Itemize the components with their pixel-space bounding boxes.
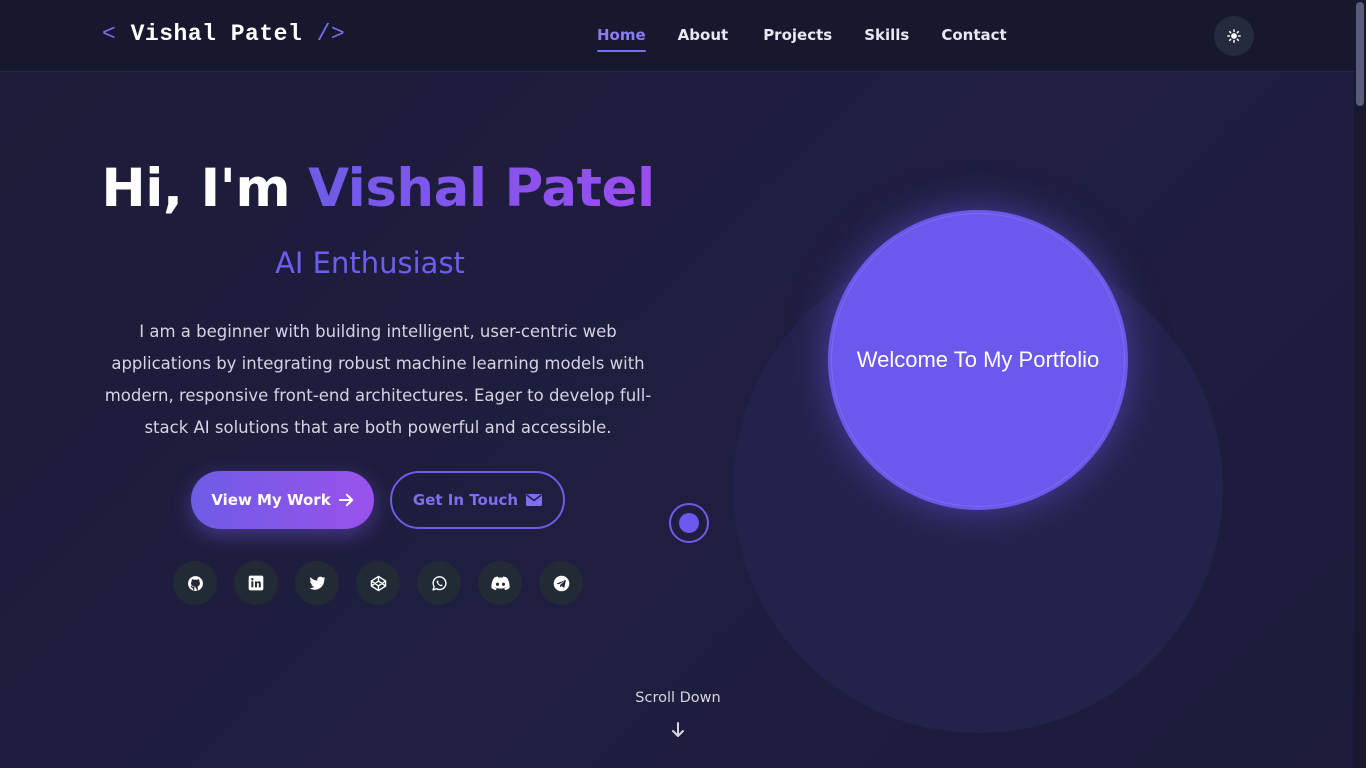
welcome-text: Welcome To My Portfolio (856, 347, 1100, 372)
sun-icon (1227, 29, 1241, 43)
nav-projects[interactable]: Projects (763, 26, 832, 52)
github-icon (187, 575, 203, 591)
github-link[interactable] (173, 561, 217, 605)
nav-links: Home About Projects Skills Contact (597, 26, 1007, 52)
logo-close-bracket: /> (316, 21, 346, 47)
scroll-down-label[interactable]: Scroll Down (578, 690, 778, 706)
whatsapp-link[interactable] (417, 561, 461, 605)
arrow-right-icon (338, 493, 353, 507)
telegram-link[interactable] (539, 561, 583, 605)
view-my-work-button[interactable]: View My Work (191, 471, 374, 529)
scrollbar-thumb[interactable] (1356, 2, 1364, 106)
envelope-icon (526, 494, 543, 506)
logo[interactable]: < Vishal Patel /> (102, 21, 345, 47)
hero-name: Vishal Patel (308, 158, 655, 219)
codepen-icon (370, 575, 386, 591)
page-scrollbar[interactable] (1354, 0, 1366, 768)
twitter-icon (308, 576, 325, 590)
social-links (173, 561, 583, 605)
codepen-link[interactable] (356, 561, 400, 605)
telegram-icon (553, 575, 569, 591)
theme-toggle-button[interactable] (1214, 16, 1254, 56)
hero-description: I am a beginner with building intelligen… (104, 322, 652, 437)
whatsapp-icon (431, 575, 447, 591)
ring-dot-center (679, 513, 699, 533)
linkedin-icon (248, 575, 264, 591)
get-in-touch-label: Get In Touch (412, 491, 519, 509)
discord-icon (490, 576, 510, 590)
linkedin-link[interactable] (234, 561, 278, 605)
logo-open-bracket: < (102, 21, 117, 47)
nav-about[interactable]: About (678, 26, 729, 52)
welcome-circle: Welcome To My Portfolio (828, 210, 1128, 510)
navbar: < Vishal Patel /> Home About Projects Sk… (0, 0, 1354, 72)
arrow-down-icon[interactable] (670, 721, 686, 739)
hero-title: Hi, I'm Vishal Patel (0, 158, 756, 219)
nav-skills[interactable]: Skills (864, 26, 909, 52)
nav-contact[interactable]: Contact (941, 26, 1006, 52)
get-in-touch-button[interactable]: Get In Touch (390, 471, 565, 529)
view-my-work-label: View My Work (211, 491, 331, 509)
discord-link[interactable] (478, 561, 522, 605)
decorative-ring-dot (669, 503, 709, 543)
logo-name: Vishal Patel (130, 21, 303, 47)
hero-greeting: Hi, I'm (101, 158, 291, 219)
nav-home[interactable]: Home (597, 26, 646, 52)
twitter-link[interactable] (295, 561, 339, 605)
hero-role: AI Enthusiast (275, 246, 465, 280)
